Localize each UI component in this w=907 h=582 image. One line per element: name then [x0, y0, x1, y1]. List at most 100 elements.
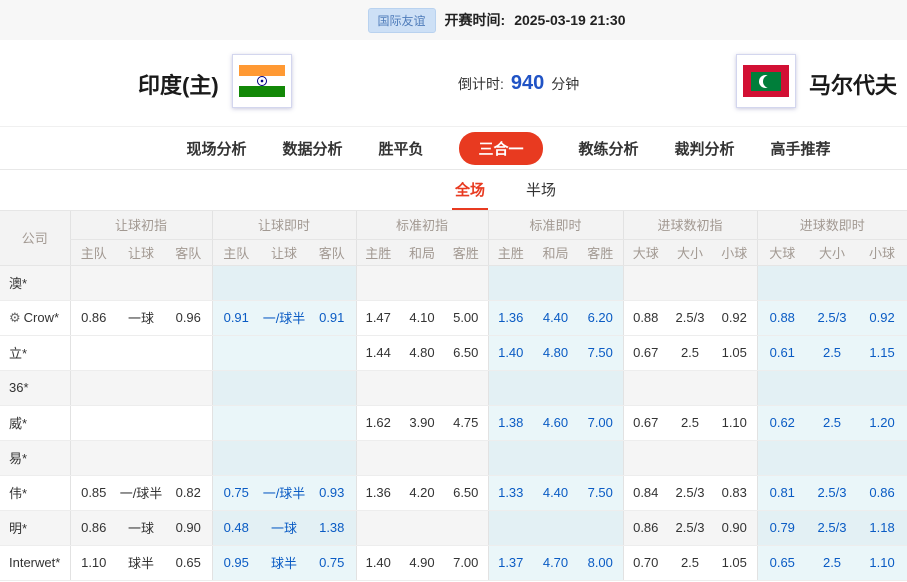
- odds-cell[interactable]: 球半: [260, 545, 308, 580]
- odds-cell: [668, 265, 712, 300]
- tab-data-analysis[interactable]: 数据分析: [282, 138, 342, 159]
- odds-cell[interactable]: 0.95: [212, 545, 260, 580]
- league-badge[interactable]: 国际友谊: [368, 8, 436, 33]
- company-cell[interactable]: 明*: [0, 510, 70, 545]
- odds-cell[interactable]: 0.86: [857, 475, 907, 510]
- odds-row: 威*1.623.904.751.384.607.000.672.51.100.6…: [0, 405, 907, 440]
- odds-cell: [70, 440, 117, 475]
- odds-cell[interactable]: 0.75: [212, 475, 260, 510]
- odds-cell[interactable]: 一/球半: [260, 475, 308, 510]
- subtab-full-time[interactable]: 全场: [452, 170, 488, 210]
- odds-cell: 2.5: [668, 335, 712, 370]
- odds-cell[interactable]: 1.10: [857, 545, 907, 580]
- subtab-half-time[interactable]: 半场: [523, 170, 559, 210]
- odds-cell: [807, 265, 857, 300]
- odds-cell[interactable]: 一球: [260, 510, 308, 545]
- start-time-label: 开赛时间:: [445, 10, 506, 30]
- company-cell[interactable]: 36*: [0, 370, 70, 405]
- tab-expert-picks[interactable]: 高手推荐: [771, 138, 831, 159]
- odds-cell: 1.05: [712, 545, 757, 580]
- tab-coach-analysis[interactable]: 教练分析: [579, 138, 639, 159]
- odds-cell: [623, 265, 668, 300]
- odds-row: 36*: [0, 370, 907, 405]
- company-name: 伟*: [9, 486, 27, 501]
- odds-cell[interactable]: 0.62: [757, 405, 807, 440]
- odds-table-head: 公司让球初指让球即时标准初指标准即时进球数初指进球数即时主队让球客队主队让球客队…: [0, 211, 907, 265]
- tab-referee-analysis[interactable]: 裁判分析: [675, 138, 735, 159]
- odds-cell[interactable]: 4.70: [533, 545, 578, 580]
- odds-cell[interactable]: 0.75: [308, 545, 356, 580]
- sub-column-header: 小球: [857, 239, 907, 265]
- tab-live-analysis[interactable]: 现场分析: [186, 138, 246, 159]
- odds-cell[interactable]: 1.20: [857, 405, 907, 440]
- odds-cell: 0.82: [165, 475, 212, 510]
- odds-cell[interactable]: 2.5: [807, 405, 857, 440]
- odds-cell[interactable]: 一/球半: [260, 300, 308, 335]
- tab-three-in-one[interactable]: 三合一: [459, 132, 542, 165]
- odds-cell[interactable]: 7.50: [578, 335, 623, 370]
- odds-cell[interactable]: 2.5: [807, 335, 857, 370]
- odds-cell[interactable]: 0.93: [308, 475, 356, 510]
- odds-cell: [488, 510, 533, 545]
- odds-cell[interactable]: 1.33: [488, 475, 533, 510]
- odds-cell: 1.36: [356, 475, 400, 510]
- odds-cell[interactable]: 4.40: [533, 300, 578, 335]
- odds-cell: [712, 265, 757, 300]
- company-name: Crow*: [24, 310, 59, 325]
- countdown-unit: 分钟: [551, 74, 579, 94]
- countdown-value: 940: [511, 72, 544, 95]
- odds-cell[interactable]: 4.80: [533, 335, 578, 370]
- odds-cell[interactable]: 2.5/3: [807, 510, 857, 545]
- odds-cell[interactable]: 7.00: [578, 405, 623, 440]
- odds-cell[interactable]: 7.50: [578, 475, 623, 510]
- sub-column-header: 客胜: [444, 239, 488, 265]
- group-header: 进球数初指: [623, 211, 757, 239]
- company-cell[interactable]: 伟*: [0, 475, 70, 510]
- company-cell[interactable]: ⚙Crow*: [0, 300, 70, 335]
- odds-cell[interactable]: 4.40: [533, 475, 578, 510]
- odds-cell[interactable]: 2.5/3: [807, 300, 857, 335]
- odds-cell[interactable]: 0.91: [308, 300, 356, 335]
- odds-cell[interactable]: 1.40: [488, 335, 533, 370]
- odds-cell: 2.5: [668, 405, 712, 440]
- odds-cell[interactable]: 0.61: [757, 335, 807, 370]
- odds-cell: [117, 335, 165, 370]
- odds-cell[interactable]: 1.37: [488, 545, 533, 580]
- away-team-flag: [736, 54, 796, 108]
- odds-cell[interactable]: 1.15: [857, 335, 907, 370]
- odds-cell: [165, 440, 212, 475]
- company-cell[interactable]: Interwet*: [0, 545, 70, 580]
- odds-cell[interactable]: 1.38: [308, 510, 356, 545]
- odds-cell[interactable]: 0.92: [857, 300, 907, 335]
- odds-cell: [400, 265, 444, 300]
- odds-cell[interactable]: 0.91: [212, 300, 260, 335]
- odds-cell: [400, 370, 444, 405]
- tab-win-draw-lose[interactable]: 胜平负: [378, 138, 423, 159]
- odds-cell[interactable]: 1.18: [857, 510, 907, 545]
- odds-cell[interactable]: 0.81: [757, 475, 807, 510]
- odds-cell[interactable]: 2.5: [807, 545, 857, 580]
- odds-cell[interactable]: 0.65: [757, 545, 807, 580]
- odds-cell: [400, 510, 444, 545]
- odds-cell[interactable]: 6.20: [578, 300, 623, 335]
- odds-cell: 4.80: [400, 335, 444, 370]
- odds-cell[interactable]: 4.60: [533, 405, 578, 440]
- company-cell[interactable]: 立*: [0, 335, 70, 370]
- odds-cell[interactable]: 0.79: [757, 510, 807, 545]
- odds-cell: [757, 265, 807, 300]
- odds-cell: [757, 440, 807, 475]
- odds-cell: 0.86: [623, 510, 668, 545]
- odds-cell[interactable]: 2.5/3: [807, 475, 857, 510]
- odds-cell[interactable]: 0.88: [757, 300, 807, 335]
- company-cell[interactable]: 澳*: [0, 265, 70, 300]
- odds-cell: [70, 370, 117, 405]
- odds-cell[interactable]: 0.48: [212, 510, 260, 545]
- odds-cell: 1.05: [712, 335, 757, 370]
- company-cell[interactable]: 威*: [0, 405, 70, 440]
- odds-cell: [165, 405, 212, 440]
- odds-cell[interactable]: 8.00: [578, 545, 623, 580]
- odds-cell[interactable]: 1.38: [488, 405, 533, 440]
- match-info-bar: 国际友谊 开赛时间: 2025-03-19 21:30: [0, 0, 907, 40]
- company-cell[interactable]: 易*: [0, 440, 70, 475]
- odds-cell[interactable]: 1.36: [488, 300, 533, 335]
